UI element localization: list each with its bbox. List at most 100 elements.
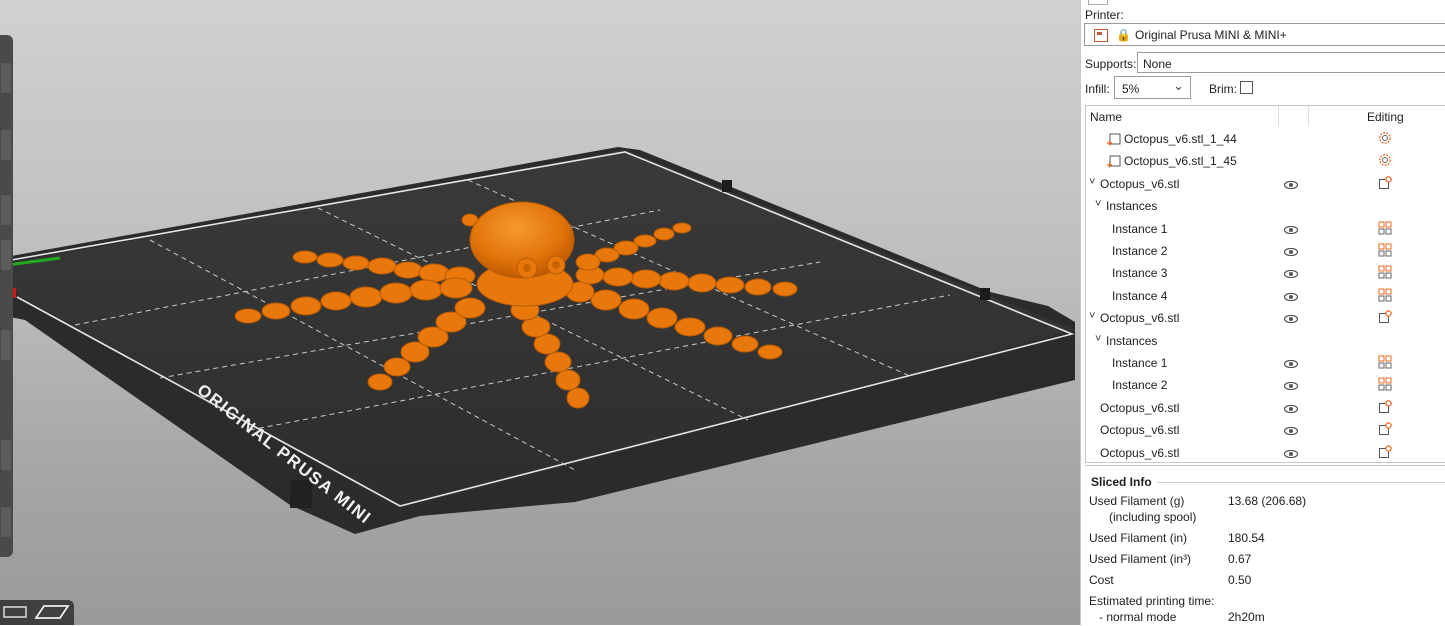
edit-object-icon[interactable] xyxy=(1378,176,1392,190)
used-filament-g-value: 13.68 (206.68) xyxy=(1228,494,1307,508)
settings-gear-icon[interactable] xyxy=(1378,153,1392,167)
visibility-eye-icon[interactable] xyxy=(1283,379,1299,391)
used-filament-in-label: Used Filament (in) xyxy=(1089,531,1188,545)
mode-switch-stub[interactable] xyxy=(1088,0,1108,5)
infill-select[interactable]: 5% ⌄ xyxy=(1114,76,1191,99)
visibility-eye-icon[interactable] xyxy=(1283,357,1299,369)
printer-label: Printer: xyxy=(1085,8,1124,22)
seam-painting-icon[interactable] xyxy=(1,440,11,470)
instance-row[interactable]: Instance 2 xyxy=(1086,240,1445,262)
brim-label: Brim: xyxy=(1209,82,1237,96)
move-tool-icon[interactable] xyxy=(1,63,11,93)
chevron-down-icon[interactable]: ˅ xyxy=(1095,333,1101,345)
settings-gear-icon[interactable] xyxy=(1378,131,1392,145)
supports-value: None xyxy=(1143,57,1172,71)
printer-select[interactable]: 🔒 Original Prusa MINI & MINI+ xyxy=(1084,23,1445,46)
modifier-icon xyxy=(1107,154,1121,168)
used-filament-in3-label: Used Filament (in³) xyxy=(1089,552,1192,566)
row-label: Instance 2 xyxy=(1112,244,1168,258)
modifier-row[interactable]: Octopus_v6.stl_1_45 xyxy=(1086,150,1445,172)
row-label: Instance 1 xyxy=(1112,356,1168,370)
object-row[interactable]: ˃Octopus_v6.stl xyxy=(1086,442,1445,464)
bed-knob xyxy=(980,288,990,300)
infill-label: Infill: xyxy=(1085,82,1110,96)
estimated-time-label: Estimated printing time: xyxy=(1089,594,1215,608)
edit-object-icon[interactable] xyxy=(1378,422,1392,436)
column-header-editing[interactable]: Editing xyxy=(1367,110,1404,124)
row-label: Instance 1 xyxy=(1112,221,1168,236)
row-label: Instances xyxy=(1106,333,1158,348)
3d-view-icon[interactable] xyxy=(2,604,30,620)
row-label: Octopus_v6.stl xyxy=(1100,311,1180,326)
cost-value: 0.50 xyxy=(1228,573,1252,587)
object-row[interactable]: ˅ Octopus_v6.stl xyxy=(1086,307,1445,329)
instance-icon[interactable] xyxy=(1378,265,1392,279)
column-separator xyxy=(1308,106,1309,126)
edit-object-icon[interactable] xyxy=(1378,310,1392,324)
row-label: Instance 3 xyxy=(1112,266,1168,281)
object-row[interactable]: ˃Octopus_v6.stl xyxy=(1086,419,1445,441)
row-label: Octopus_v6.stl xyxy=(1100,445,1180,460)
sliced-info-title: Sliced Info xyxy=(1091,475,1445,489)
column-header-name[interactable]: Name xyxy=(1090,110,1122,124)
visibility-eye-icon[interactable] xyxy=(1283,312,1299,324)
visibility-eye-icon[interactable] xyxy=(1283,402,1299,413)
instance-row[interactable]: Instance 3 xyxy=(1086,262,1445,284)
bed-knob xyxy=(722,180,732,192)
normal-mode-label: - normal mode xyxy=(1099,610,1177,624)
3d-viewport[interactable]: ORIGINAL PRUSA MINI xyxy=(0,0,1080,625)
row-label: Octopus_v6.stl xyxy=(1100,176,1180,191)
object-row[interactable]: ˃Octopus_v6.stl xyxy=(1086,397,1445,419)
edit-object-icon[interactable] xyxy=(1378,400,1392,414)
visibility-eye-icon[interactable] xyxy=(1283,267,1299,279)
instance-row[interactable]: Instance 1 xyxy=(1086,218,1445,240)
visibility-eye-icon[interactable] xyxy=(1283,245,1299,257)
lock-icon: 🔒 xyxy=(1116,28,1131,42)
instance-icon[interactable] xyxy=(1378,221,1392,235)
cost-label: Cost xyxy=(1089,573,1114,587)
printer-value: Original Prusa MINI & MINI+ xyxy=(1135,28,1287,42)
instance-row[interactable]: Instance 1 xyxy=(1086,352,1445,374)
row-label: Octopus_v6.stl xyxy=(1100,423,1180,438)
row-label: Instance 2 xyxy=(1112,378,1168,393)
chevron-down-icon[interactable]: ˅ xyxy=(1089,176,1095,188)
scale-tool-icon[interactable] xyxy=(1,195,11,225)
view-toggle xyxy=(0,600,74,625)
instance-row[interactable]: Instance 2 xyxy=(1086,374,1445,396)
visibility-eye-icon[interactable] xyxy=(1283,290,1299,301)
preview-view-icon[interactable] xyxy=(34,604,70,620)
scene-canvas[interactable]: ORIGINAL PRUSA MINI xyxy=(0,0,1080,625)
column-separator xyxy=(1278,106,1279,126)
row-label: Instances xyxy=(1106,199,1158,214)
visibility-eye-icon[interactable] xyxy=(1283,178,1299,189)
used-filament-g-label: Used Filament (g) xyxy=(1089,494,1185,508)
measure-tool-icon[interactable] xyxy=(1,507,11,537)
chevron-down-icon: ⌄ xyxy=(1173,78,1184,93)
row-label: Instance 4 xyxy=(1112,288,1168,303)
normal-mode-value: 2h20m xyxy=(1228,610,1265,624)
supports-label: Supports: xyxy=(1085,57,1137,71)
instance-icon[interactable] xyxy=(1378,288,1392,302)
rotate-tool-icon[interactable] xyxy=(1,130,11,160)
instance-icon[interactable] xyxy=(1378,243,1392,257)
used-filament-in-value: 180.54 xyxy=(1228,531,1265,545)
supports-select[interactable]: None xyxy=(1137,52,1445,73)
visibility-eye-icon[interactable] xyxy=(1283,424,1299,436)
instance-icon[interactable] xyxy=(1378,377,1392,391)
visibility-eye-icon[interactable] xyxy=(1283,447,1299,458)
instances-group-row[interactable]: ˅ Instances xyxy=(1086,330,1445,352)
brim-checkbox[interactable] xyxy=(1240,81,1253,94)
edit-object-icon[interactable] xyxy=(1378,444,1392,459)
object-list[interactable]: Name Editing Octopus_v6.stl_1_44 Octopus_… xyxy=(1085,105,1445,463)
chevron-down-icon[interactable]: ˅ xyxy=(1095,198,1101,210)
cut-tool-icon[interactable] xyxy=(1,240,11,270)
chevron-down-icon[interactable]: ˅ xyxy=(1089,310,1095,322)
object-row[interactable]: ˅ Octopus_v6.stl xyxy=(1086,173,1445,195)
visibility-eye-icon[interactable] xyxy=(1283,223,1299,234)
modifier-row[interactable]: Octopus_v6.stl_1_44 xyxy=(1086,128,1445,150)
instances-group-row[interactable]: ˅ Instances xyxy=(1086,195,1445,217)
instance-row[interactable]: Instance 4 xyxy=(1086,285,1445,307)
place-on-face-icon[interactable] xyxy=(1,330,11,360)
instance-icon[interactable] xyxy=(1378,355,1392,369)
sliced-info-panel: Sliced Info Used Filament (g) (including… xyxy=(1085,465,1445,626)
